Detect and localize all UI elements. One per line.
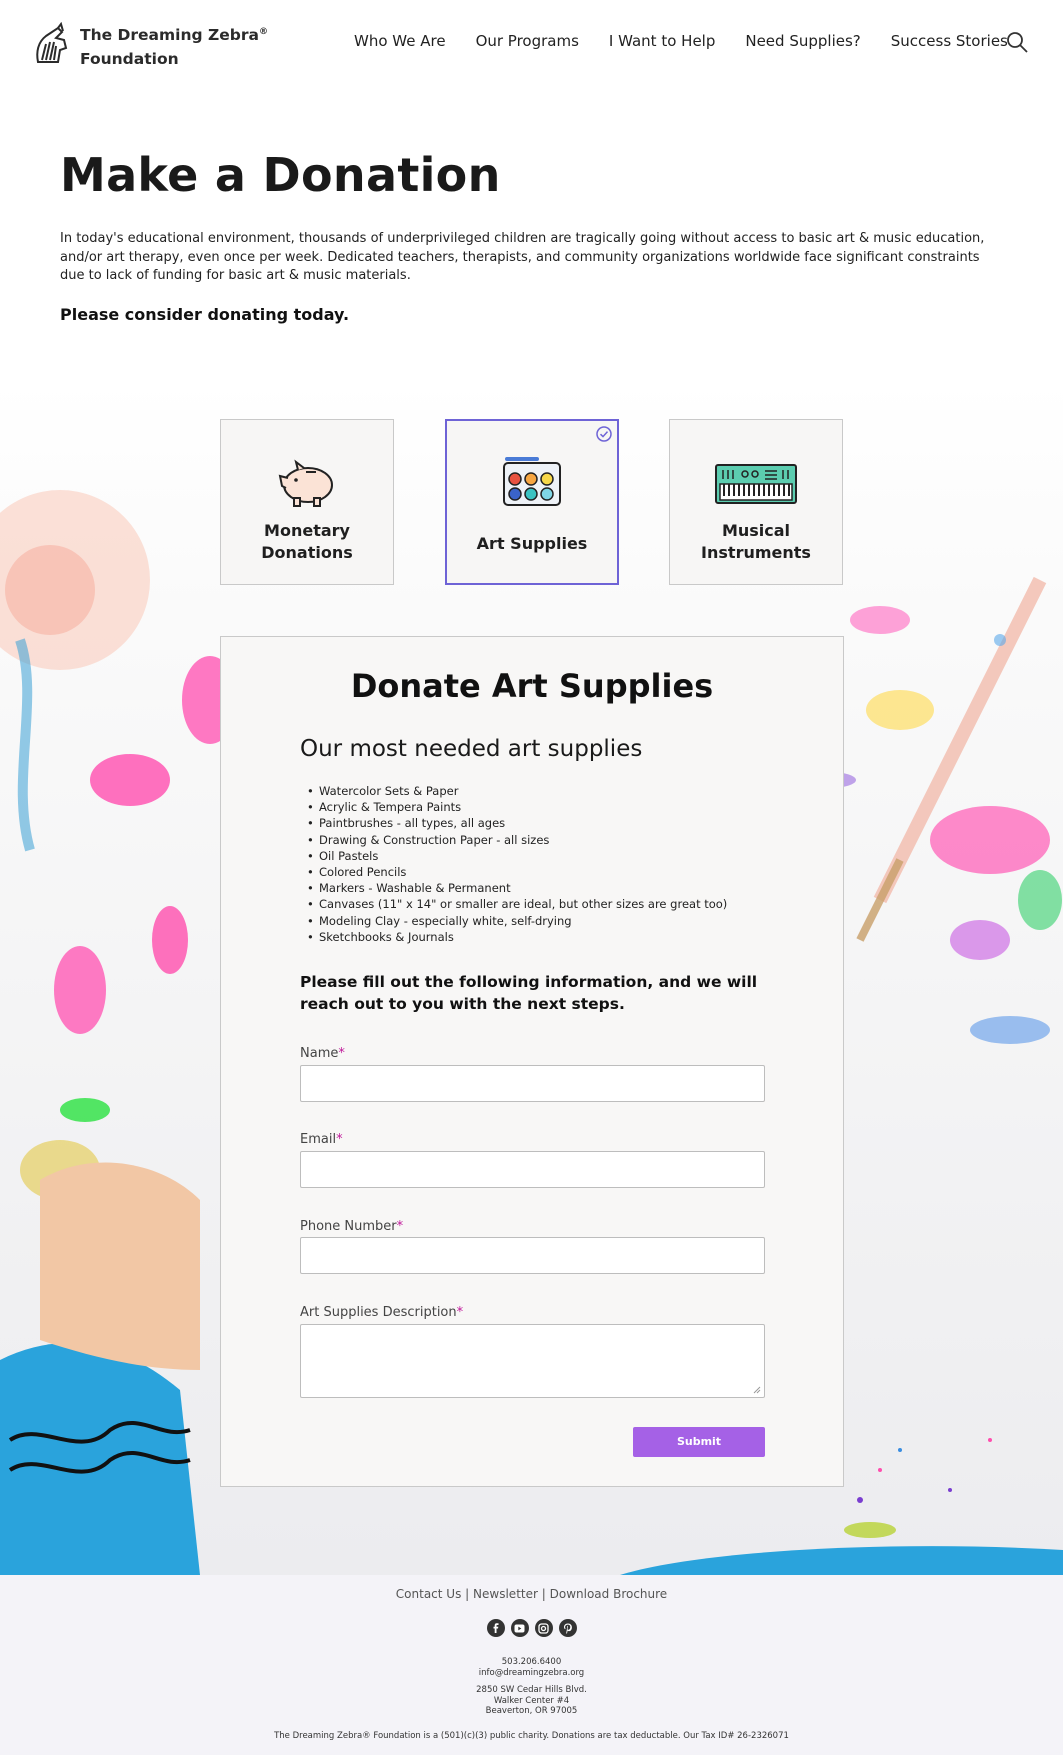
footer-address-line1: 2850 SW Cedar Hills Blvd. xyxy=(476,1685,587,1695)
email-label: Email* xyxy=(300,1132,343,1147)
site-footer: Contact Us | Newsletter | Download Broch… xyxy=(0,1575,1063,1755)
logo-name: The Dreaming Zebra xyxy=(80,26,259,45)
logo-foundation: Foundation xyxy=(80,50,179,69)
zebra-logo-icon xyxy=(36,21,68,63)
nav-success-stories[interactable]: Success Stories xyxy=(891,32,1008,50)
footer-phone[interactable]: 503.206.6400 xyxy=(0,1657,1063,1668)
list-item: Sketchbooks & Journals xyxy=(307,929,727,945)
phone-field[interactable] xyxy=(300,1237,765,1274)
page-title: Make a Donation xyxy=(60,148,501,202)
card-label-art-supplies: Art Supplies xyxy=(476,534,588,553)
footer-separator: | xyxy=(465,1587,470,1601)
card-label-monetary-2: Donations xyxy=(261,543,353,562)
list-item: Colored Pencils xyxy=(307,864,727,880)
list-item: Markers - Washable & Permanent xyxy=(307,880,727,896)
pinterest-icon[interactable] xyxy=(558,1619,577,1637)
search-icon[interactable] xyxy=(1005,30,1029,54)
panel-subtitle: Our most needed art supplies xyxy=(300,736,643,762)
logo[interactable]: The Dreaming Zebra® Foundation xyxy=(28,20,268,71)
footer-email[interactable]: info@dreamingzebra.org xyxy=(0,1668,1063,1679)
form-instructions: Please fill out the following informatio… xyxy=(300,973,758,1013)
required-mark: * xyxy=(338,1046,345,1061)
supplies-list: Watercolor Sets & Paper Acrylic & Temper… xyxy=(307,783,727,945)
paint-palette-icon xyxy=(503,457,561,506)
name-label-text: Name xyxy=(300,1046,339,1061)
card-monetary-donations[interactable]: Monetary Donations xyxy=(220,419,394,585)
description-label-text: Art Supplies Description xyxy=(300,1305,457,1320)
list-item: Paintbrushes - all types, all ages xyxy=(307,815,727,831)
phone-label-text: Phone Number xyxy=(300,1219,397,1234)
list-item: Watercolor Sets & Paper xyxy=(307,783,727,799)
description-label: Art Supplies Description* xyxy=(300,1305,463,1320)
card-musical-instruments[interactable]: Musical Instruments xyxy=(669,419,843,585)
keyboard-synth-icon xyxy=(715,464,797,504)
resize-handle-icon[interactable] xyxy=(753,1386,761,1394)
intro-paragraph: In today's educational environment, thou… xyxy=(60,231,985,283)
list-item: Acrylic & Tempera Paints xyxy=(307,799,727,815)
nav-who-we-are[interactable]: Who We Are xyxy=(354,32,446,50)
donate-art-supplies-panel: Donate Art Supplies Our most needed art … xyxy=(220,636,844,1487)
youtube-icon[interactable] xyxy=(510,1619,529,1637)
list-item: Oil Pastels xyxy=(307,848,727,864)
nav-our-programs[interactable]: Our Programs xyxy=(476,32,579,50)
piggy-bank-icon xyxy=(278,459,333,507)
nav-need-supplies[interactable]: Need Supplies? xyxy=(745,32,860,50)
download-brochure-link[interactable]: Download Brochure xyxy=(550,1587,668,1601)
list-item: Canvases (11" x 14" or smaller are ideal… xyxy=(307,896,727,912)
main-nav: Who We Are Our Programs I Want to Help N… xyxy=(354,32,1038,50)
description-textarea[interactable] xyxy=(300,1324,765,1398)
panel-title: Donate Art Supplies xyxy=(350,667,714,705)
name-field[interactable] xyxy=(300,1065,765,1102)
site-header: The Dreaming Zebra® Foundation Who We Ar… xyxy=(0,0,1063,90)
required-mark: * xyxy=(396,1219,404,1234)
contact-us-link[interactable]: Contact Us xyxy=(396,1587,462,1601)
email-label-text: Email xyxy=(300,1132,337,1147)
footer-separator: | xyxy=(541,1587,546,1601)
list-item: Drawing & Construction Paper - all sizes xyxy=(307,832,727,848)
footer-address-line3: Beaverton, OR 97005 xyxy=(485,1706,578,1716)
phone-label: Phone Number* xyxy=(300,1219,403,1234)
footer-address-line2: Walker Center #4 xyxy=(493,1695,570,1706)
footer-links: Contact Us | Newsletter | Download Broch… xyxy=(0,1587,1063,1601)
nav-i-want-to-help[interactable]: I Want to Help xyxy=(609,32,715,50)
logo-registered: ® xyxy=(258,27,268,37)
required-mark: * xyxy=(456,1305,464,1320)
name-label: Name* xyxy=(300,1046,345,1061)
card-label-musical-1: Musical xyxy=(721,521,791,540)
required-mark: * xyxy=(336,1132,343,1147)
submit-button[interactable]: Submit xyxy=(633,1427,765,1457)
facebook-icon[interactable] xyxy=(486,1619,505,1637)
email-field[interactable] xyxy=(300,1151,765,1188)
list-item: Modeling Clay - especially white, self-d… xyxy=(307,913,727,929)
footer-legal: The Dreaming Zebra® Foundation is a (501… xyxy=(274,1731,789,1741)
card-label-musical-2: Instruments xyxy=(701,543,811,562)
card-label-monetary-1: Monetary xyxy=(264,521,350,540)
social-links xyxy=(486,1619,577,1637)
donate-prompt: Please consider donating today. xyxy=(60,305,350,324)
check-circle-icon xyxy=(596,426,612,442)
card-art-supplies[interactable]: Art Supplies xyxy=(445,419,619,585)
newsletter-link[interactable]: Newsletter xyxy=(473,1587,538,1601)
instagram-icon[interactable] xyxy=(534,1619,553,1637)
